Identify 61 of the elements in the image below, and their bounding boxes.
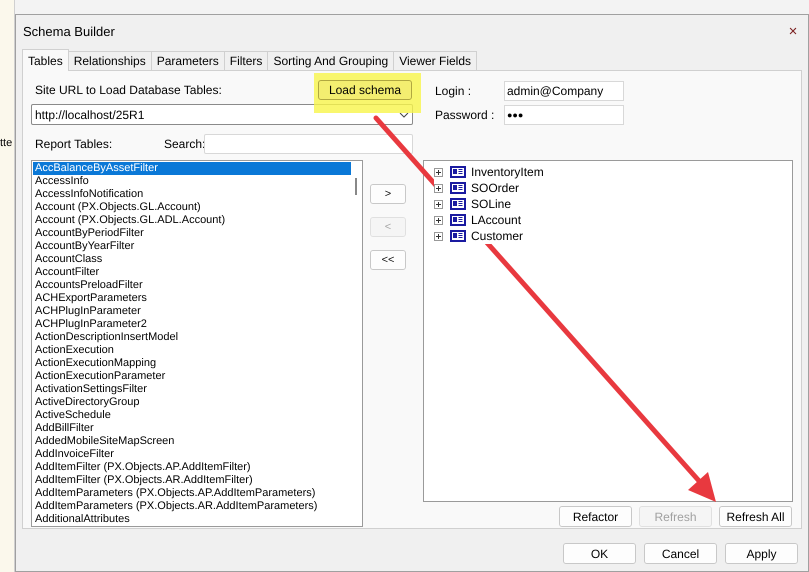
- list-item[interactable]: AddBillFilter: [33, 422, 351, 435]
- dialog-button[interactable]: Cancel: [644, 543, 717, 564]
- list-item[interactable]: AddItemParameters (PX.Objects.AP.AddItemParameters): [33, 487, 351, 500]
- list-item[interactable]: ActionExecutionParameter: [33, 370, 351, 383]
- close-button[interactable]: ×: [782, 20, 804, 42]
- tab[interactable]: Sorting And Grouping: [268, 51, 394, 70]
- chevron-down-icon: [399, 112, 409, 118]
- window-title: Schema Builder: [23, 22, 115, 41]
- list-item[interactable]: ActiveDirectoryGroup: [33, 396, 351, 409]
- tab[interactable]: Relationships: [68, 51, 152, 70]
- list-item[interactable]: AddInvoiceFilter: [33, 448, 351, 461]
- tab[interactable]: Parameters: [152, 51, 225, 70]
- list-item[interactable]: AccessInfoNotification: [33, 188, 351, 201]
- field-label: Password :: [435, 107, 496, 124]
- field-label: Report Tables:: [34, 136, 114, 153]
- move-button[interactable]: <<: [370, 250, 406, 270]
- tab[interactable]: Viewer Fields: [394, 51, 477, 70]
- list-item[interactable]: ActionExecutionMapping: [33, 357, 351, 370]
- list-item[interactable]: ActivationSettingsFilter: [33, 383, 351, 396]
- tree-action-button[interactable]: Refresh All: [719, 506, 792, 527]
- expand-icon[interactable]: [434, 200, 443, 208]
- list-item[interactable]: AddItemParameters (PX.Objects.AR.AddItemParameters): [33, 500, 351, 513]
- expand-icon[interactable]: [434, 168, 443, 176]
- list-item[interactable]: AccessInfo: [33, 175, 351, 188]
- list-item[interactable]: AccountsPreloadFilter: [33, 279, 351, 292]
- list-item[interactable]: ActionExecution: [33, 344, 351, 357]
- field-label: Search:: [164, 136, 204, 153]
- scrollbar-thumb[interactable]: [355, 178, 357, 195]
- load-schema-button[interactable]: Load schema: [318, 80, 412, 100]
- tree-action-button[interactable]: Refactor: [559, 506, 632, 527]
- login-field[interactable]: admin@Company: [504, 81, 624, 101]
- dialog-button[interactable]: OK: [563, 543, 636, 564]
- list-item[interactable]: ACHPlugInParameter: [33, 305, 351, 318]
- list-item[interactable]: AccBalanceByAssetFilter: [33, 162, 351, 175]
- dialog-button[interactable]: Apply: [725, 543, 798, 564]
- list-item[interactable]: ActionDescriptionInsertModel: [33, 331, 351, 344]
- background-text: tte: [0, 136, 13, 150]
- list-item[interactable]: AccountByPeriodFilter: [33, 227, 351, 240]
- list-item[interactable]: ACHExportParameters: [33, 292, 351, 305]
- list-item[interactable]: Account (PX.Objects.GL.ADL.Account): [33, 214, 351, 227]
- field-label: Site URL to Load Database Tables:: [34, 82, 222, 99]
- list-item[interactable]: ActiveSchedule: [33, 409, 351, 422]
- expand-icon[interactable]: [434, 216, 443, 224]
- tree-node[interactable]: InventoryItem: [471, 163, 544, 181]
- expand-icon[interactable]: [434, 232, 443, 240]
- list-item[interactable]: Account (PX.Objects.GL.Account): [33, 201, 351, 214]
- tab[interactable]: Tables: [22, 49, 69, 71]
- list-item[interactable]: AccountFilter: [33, 266, 351, 279]
- tab[interactable]: Filters: [224, 51, 268, 70]
- list-item[interactable]: AdditionalAttributes: [33, 513, 351, 526]
- list-item[interactable]: AddItemFilter (PX.Objects.AR.AddItemFilter): [33, 474, 351, 487]
- move-button[interactable]: >: [370, 184, 406, 204]
- expand-icon[interactable]: [434, 184, 443, 192]
- list-item[interactable]: AccountByYearFilter: [33, 240, 351, 253]
- password-field[interactable]: ●●●: [504, 105, 624, 125]
- field-label: Login :: [435, 83, 472, 100]
- list-item[interactable]: AccountClass: [33, 253, 351, 266]
- list-item[interactable]: AddItemFilter (PX.Objects.AP.AddItemFilter): [33, 461, 351, 474]
- search-field[interactable]: [204, 134, 413, 154]
- list-item[interactable]: ACHPlugInParameter2: [33, 318, 351, 331]
- list-item[interactable]: AddedMobileSiteMapScreen: [33, 435, 351, 448]
